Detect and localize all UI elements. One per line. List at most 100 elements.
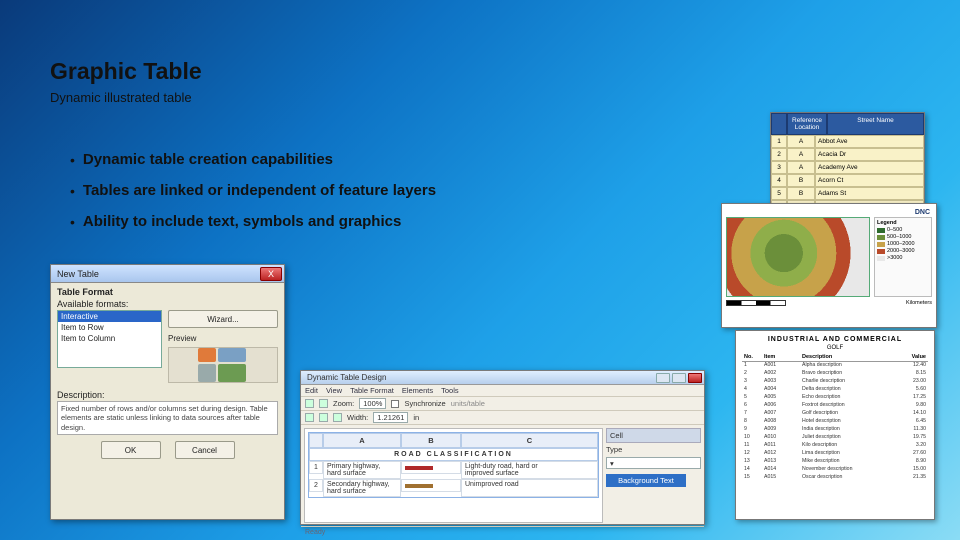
page-subtitle: Dynamic illustrated table: [50, 90, 192, 105]
menu-item[interactable]: View: [326, 386, 342, 395]
col-header[interactable]: C: [461, 433, 598, 448]
scale-label: Kilometers: [906, 300, 932, 306]
table-row: 3A003Charlie description23.00: [742, 378, 928, 386]
col-header: No.: [742, 354, 762, 360]
close-button[interactable]: X: [260, 267, 282, 281]
row-number[interactable]: 2: [309, 479, 323, 492]
table-row: 15A015Oscar description21.35: [742, 474, 928, 482]
toolbar-2: Width: 1.21261 in: [301, 411, 704, 425]
list-item[interactable]: Interactive: [58, 311, 161, 322]
menu-item[interactable]: Table Format: [350, 386, 394, 395]
list-item[interactable]: Item to Column: [58, 333, 161, 344]
zoom-field[interactable]: 100%: [359, 398, 386, 409]
dialog-title: Dynamic Table Design: [307, 373, 386, 382]
table-row: 2A002Bravo description8.15: [742, 370, 928, 378]
titlebar: New Table X: [51, 265, 284, 283]
sync-label: Synchronize: [404, 399, 445, 408]
scalebar-icon: [726, 300, 786, 306]
cell-text: hard surface: [327, 488, 366, 495]
list-item[interactable]: Item to Row: [58, 322, 161, 333]
titlebar: Dynamic Table Design: [301, 371, 704, 385]
legend-title: Legend: [877, 220, 929, 226]
cell-text: Secondary highway,: [327, 481, 390, 488]
new-table-dialog: New Table X Table Format Available forma…: [50, 264, 285, 520]
bullet-text: Dynamic table creation capabilities: [83, 150, 333, 170]
type-label: Type: [606, 445, 701, 454]
report-title: INDUSTRIAL AND COMMERCIAL: [742, 336, 928, 343]
table-row: 4BAcorn Ct: [771, 174, 924, 187]
format-list[interactable]: Interactive Item to Row Item to Column: [57, 310, 162, 368]
preview-pane: [168, 347, 278, 383]
menu-item[interactable]: Edit: [305, 386, 318, 395]
table-row: 13A013Mike description8.90: [742, 458, 928, 466]
cell[interactable]: Secondary highway, hard surface: [323, 479, 401, 497]
preview-label: Preview: [168, 334, 278, 343]
cell[interactable]: Primary highway, hard surface: [323, 461, 401, 479]
th-header: Reference Location: [787, 113, 827, 135]
legend-item: 2000–3000: [877, 248, 929, 254]
col-header[interactable]: A: [323, 433, 401, 448]
menubar: Edit View Table Format Elements Tools: [301, 385, 704, 397]
table-row: 8A008Hotel description6.45: [742, 418, 928, 426]
bullet-icon: •: [70, 181, 75, 201]
table-row: 5BAdams St: [771, 187, 924, 200]
properties-panel: Cell Type ▾ Background Text: [606, 428, 701, 523]
close-button[interactable]: [688, 373, 702, 383]
bullet-text: Tables are linked or independent of feat…: [83, 181, 436, 201]
th-header: [771, 113, 787, 135]
tool-icon[interactable]: [305, 413, 314, 422]
col-header: Value: [894, 354, 928, 360]
cell[interactable]: [401, 479, 461, 492]
table-row: 10A010Juliet description19.75: [742, 434, 928, 442]
panel-header: Cell: [606, 428, 701, 443]
ok-button[interactable]: OK: [101, 441, 161, 459]
table-row: 11A011Kilo description3.20: [742, 442, 928, 450]
cancel-button[interactable]: Cancel: [175, 441, 235, 459]
sync-checkbox[interactable]: [391, 400, 399, 408]
table-row: 6A006Foxtrot description9.80: [742, 402, 928, 410]
map-header: DNC: [726, 208, 932, 217]
bullet-icon: •: [70, 212, 75, 232]
tool-icon[interactable]: [319, 413, 328, 422]
table-row: 3AAcademy Ave: [771, 161, 924, 174]
preview-thumb: [198, 348, 248, 382]
table-row: 14A014November description15.00: [742, 466, 928, 474]
tool-icon[interactable]: [333, 413, 342, 422]
cell-tag[interactable]: Background Text: [606, 474, 686, 487]
thumbnail-report: INDUSTRIAL AND COMMERCIAL GOLF No. Item …: [735, 330, 935, 520]
status-bar: Ready: [301, 526, 704, 538]
thumbnail-map: DNC Legend 0–500500–10001000–20002000–30…: [721, 203, 937, 328]
type-select[interactable]: ▾: [606, 457, 701, 469]
wizard-button[interactable]: Wizard...: [168, 310, 278, 328]
tool-icon[interactable]: [305, 399, 314, 408]
col-header[interactable]: [309, 433, 323, 448]
col-header: Item: [762, 354, 800, 360]
tool-icon[interactable]: [319, 399, 328, 408]
width-field[interactable]: 1.21261: [373, 412, 408, 423]
dialog-title: New Table: [57, 269, 99, 279]
menu-item[interactable]: Elements: [402, 386, 433, 395]
report-group: GOLF: [742, 345, 928, 351]
units-label: units/table: [451, 399, 485, 408]
map-image: [726, 217, 870, 297]
maximize-button[interactable]: [672, 373, 686, 383]
design-canvas[interactable]: A B C ROAD CLASSIFICATION 1 Primary high…: [304, 428, 603, 523]
th-header: Street Name: [827, 113, 924, 135]
row-number[interactable]: 1: [309, 461, 323, 474]
cell-text: improved surface: [465, 470, 519, 477]
col-header[interactable]: B: [401, 433, 461, 448]
minimize-button[interactable]: [656, 373, 670, 383]
cell-text: hard surface: [327, 470, 366, 477]
zoom-label: Zoom:: [333, 399, 354, 408]
table-row: 1A001Alpha description12.40: [742, 362, 928, 370]
map-legend: Legend 0–500500–10001000–20002000–3000>3…: [874, 217, 932, 297]
cell-text: Primary highway,: [327, 463, 380, 470]
cell[interactable]: [401, 461, 461, 474]
cell[interactable]: Unimproved road: [461, 479, 598, 497]
table-title-cell[interactable]: ROAD CLASSIFICATION: [309, 448, 598, 461]
menu-item[interactable]: Tools: [441, 386, 459, 395]
description-label: Description:: [57, 390, 278, 400]
bullet-list: • Dynamic table creation capabilities • Ta…: [70, 150, 590, 243]
cell[interactable]: Light-duty road, hard or improved surfac…: [461, 461, 598, 479]
legend-item: 0–500: [877, 227, 929, 233]
